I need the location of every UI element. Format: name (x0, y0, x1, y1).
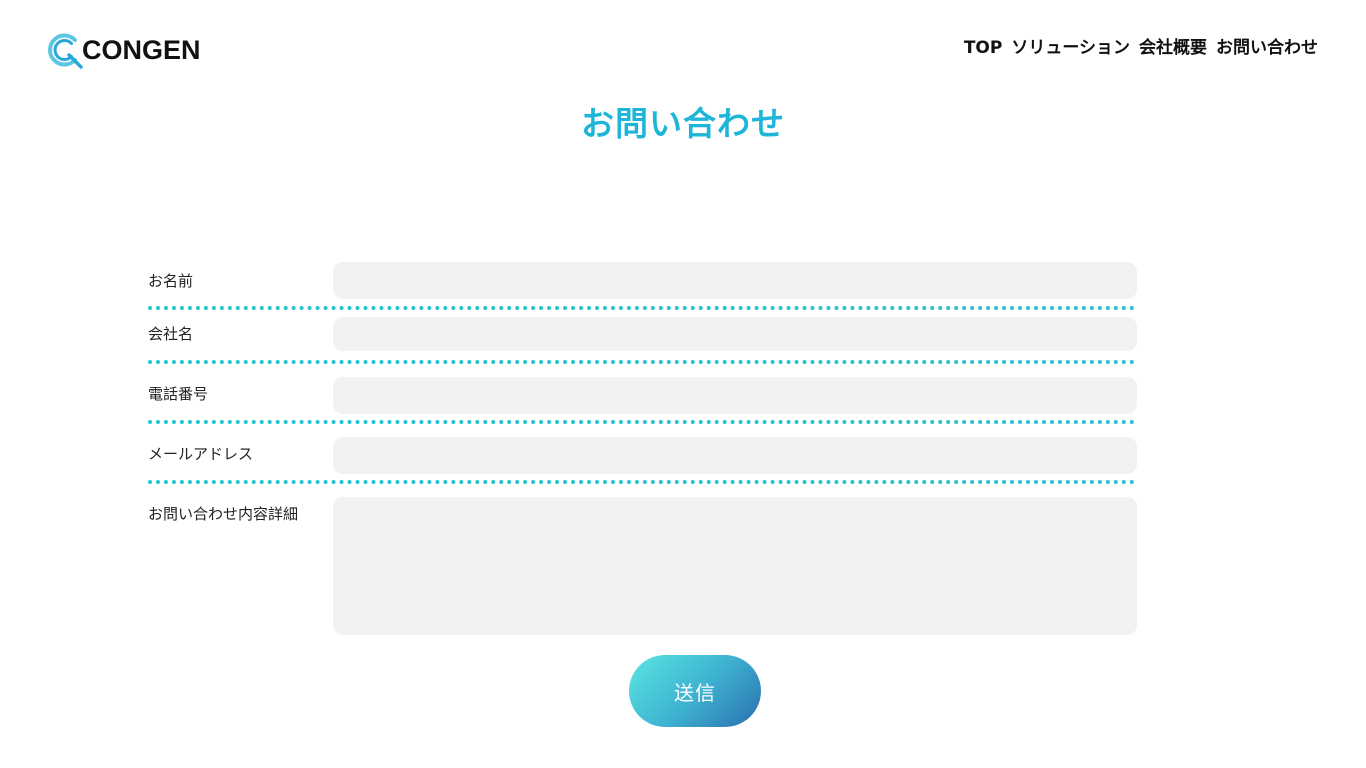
name-label: お名前 (148, 272, 194, 290)
nav-item-contact[interactable]: お問い合わせ (1216, 36, 1318, 60)
message-label: お問い合わせ内容詳細 (148, 505, 299, 523)
main-nav: TOP ソリューション 会社概要 お問い合わせ (964, 36, 1318, 60)
divider (148, 306, 1135, 310)
logo-text: CONGEN (82, 35, 201, 65)
divider (148, 480, 1135, 484)
nav-item-company[interactable]: 会社概要 (1139, 36, 1207, 60)
nav-item-top[interactable]: TOP (964, 36, 1003, 60)
submit-button[interactable]: 送信 (629, 655, 761, 727)
nav-item-solution[interactable]: ソリューション (1011, 36, 1130, 60)
company-label: 会社名 (148, 325, 194, 343)
name-field[interactable] (333, 262, 1137, 299)
email-field[interactable] (333, 437, 1137, 474)
divider (148, 420, 1135, 424)
divider (148, 360, 1135, 364)
site-header: CONGEN TOP ソリューション 会社概要 お問い合わせ (0, 0, 1366, 96)
email-label: メールアドレス (148, 445, 254, 463)
logo[interactable]: CONGEN (45, 31, 201, 69)
phone-field[interactable] (333, 377, 1137, 414)
page-title: お問い合わせ (581, 104, 785, 143)
message-field[interactable] (333, 497, 1137, 635)
company-field[interactable] (333, 317, 1137, 351)
phone-label: 電話番号 (148, 385, 209, 403)
congen-logo-icon (48, 33, 83, 69)
